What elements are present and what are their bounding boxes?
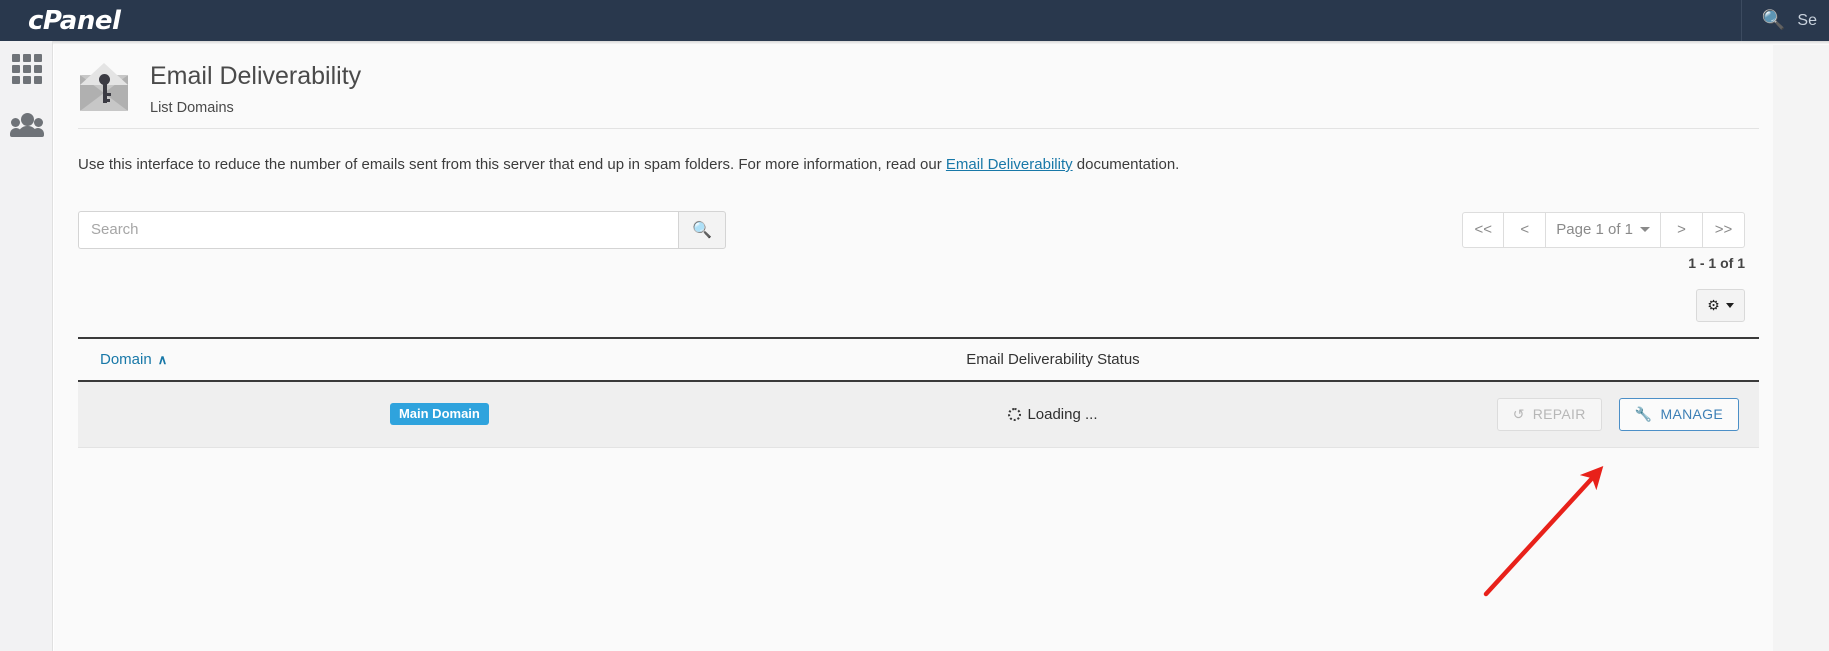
pagination-page-select[interactable]: Page 1 of 1 [1546,212,1661,248]
pagination-next-button[interactable]: > [1661,212,1703,248]
page-title: Email Deliverability [150,63,361,91]
main-content: Email Deliverability List Domains Use th… [54,45,1773,651]
chevron-down-icon [1640,227,1650,232]
cell-actions: ↺ REPAIR 🔧 MANAGE [1305,381,1759,448]
manage-button-label: MANAGE [1661,406,1723,422]
manage-button[interactable]: 🔧 MANAGE [1619,398,1739,431]
loading-spinner-icon [1008,408,1021,421]
search-group: 🔍 [78,211,726,249]
column-header-domain-label[interactable]: Domain [100,351,152,368]
left-sidebar [0,41,53,651]
domains-table: Domain ∧ Email Deliverability Status Main… [78,337,1759,448]
repair-button[interactable]: ↺ REPAIR [1497,398,1602,431]
table-controls-row: 🔍 << < Page 1 of 1 > >> 1 - 1 of 1 [78,211,1759,251]
search-icon[interactable]: 🔍 [1762,11,1786,30]
domains-table-wrapper: Domain ∧ Email Deliverability Status Main… [78,337,1759,448]
email-deliverability-doc-link[interactable]: Email Deliverability [946,156,1073,173]
pagination-last-button[interactable]: >> [1703,212,1745,248]
repair-button-label: REPAIR [1533,406,1586,422]
pagination-range-label: 1 - 1 of 1 [1688,255,1745,271]
top-navigation-bar: cPanel 🔍 Se [0,0,1829,41]
pagination-controls: << < Page 1 of 1 > >> [1462,212,1745,248]
search-icon: 🔍 [692,220,712,240]
cpanel-logo[interactable]: cPanel [28,8,120,34]
cell-domain: Main Domain [78,381,801,448]
cell-status: Loading ... [801,381,1305,448]
page-header: Email Deliverability List Domains [54,45,1773,117]
global-search-label: Se [1797,12,1817,30]
table-settings-button[interactable]: ⚙ [1696,289,1745,322]
global-search-area[interactable]: 🔍 Se [1741,0,1829,41]
table-settings-row: ⚙ [78,289,1759,321]
sort-ascending-icon: ∧ [158,352,168,368]
users-group-icon [10,113,44,137]
pagination-first-button[interactable]: << [1462,212,1504,248]
grid-apps-icon [12,54,42,84]
table-row: Main Domain Loading ... ↺ REPAIR 🔧 MANAG… [78,381,1759,448]
column-header-domain[interactable]: Domain ∧ [78,338,801,381]
sidebar-item-user-manager[interactable] [0,97,53,153]
intro-text-before: Use this interface to reduce the number … [78,156,946,173]
chevron-down-icon [1726,303,1734,308]
table-header-row: Domain ∧ Email Deliverability Status [78,338,1759,381]
intro-text: Use this interface to reduce the number … [78,155,1773,175]
pagination-prev-button[interactable]: < [1504,212,1546,248]
gear-icon: ⚙ [1707,298,1720,312]
cell-status-text: Loading ... [1027,406,1097,423]
column-header-actions [1305,338,1759,381]
status-badge: Main Domain [390,403,489,426]
column-header-status: Email Deliverability Status [801,338,1305,381]
refresh-icon: ↺ [1513,407,1525,421]
search-input[interactable] [78,211,678,249]
wrench-icon: 🔧 [1635,407,1653,421]
pagination-page-label: Page 1 of 1 [1556,221,1633,238]
search-submit-button[interactable]: 🔍 [678,211,726,249]
right-gutter [1773,45,1829,651]
sidebar-item-tools[interactable] [0,41,53,97]
intro-text-after: documentation. [1073,156,1180,173]
envelope-key-icon [78,65,130,117]
header-divider [78,128,1759,129]
page-subtitle: List Domains [150,100,361,116]
